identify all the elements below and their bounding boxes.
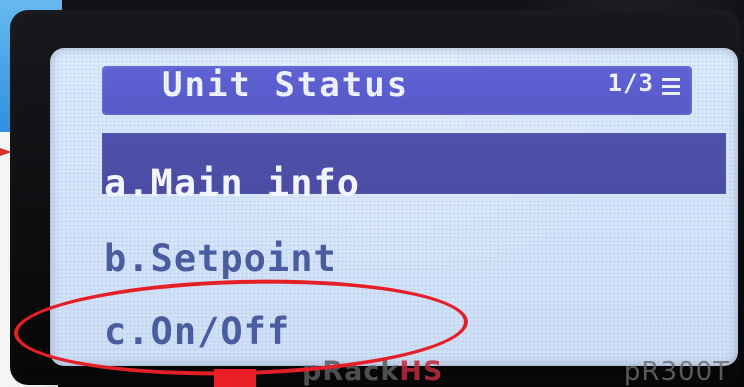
model-label: pR300T	[623, 357, 730, 387]
annotation-marker	[214, 369, 256, 387]
screen-title: Unit Status	[162, 65, 410, 105]
brand-suffix: HS	[399, 356, 444, 387]
page-indicator: 1/3	[607, 69, 654, 97]
menu-item-main-info[interactable]: a.Main info	[104, 165, 360, 202]
header-bar: Unit Status 1/3	[102, 66, 692, 115]
menu-item-setpoint[interactable]: b.Setpoint	[104, 240, 337, 277]
menu-icon	[662, 78, 680, 96]
